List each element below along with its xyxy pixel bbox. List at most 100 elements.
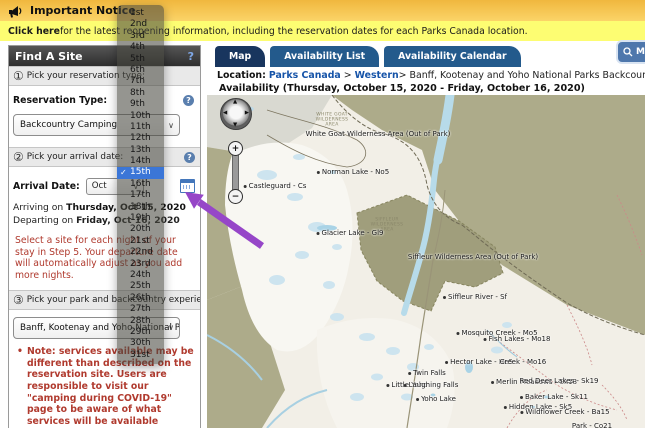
- map-label[interactable]: Twin Falls: [408, 369, 446, 377]
- step1-number-icon: ①: [13, 69, 24, 83]
- day-option-29th[interactable]: 29th: [117, 327, 164, 338]
- day-option-8th[interactable]: 8th: [117, 88, 164, 99]
- day-option-30th[interactable]: 30th: [117, 338, 164, 349]
- map-marker-dot[interactable]: [456, 332, 459, 335]
- tab-availability-list[interactable]: Availability List: [270, 46, 379, 67]
- availability-title: Availability (Thursday, October 15, 2020…: [219, 83, 585, 94]
- map-label[interactable]: Siffleur River - Sf: [443, 293, 507, 301]
- step2-bar: ② Pick your arrival date: ?: [9, 147, 200, 167]
- day-option-6th[interactable]: 6th: [117, 65, 164, 76]
- day-option-28th[interactable]: 28th: [117, 316, 164, 327]
- map-marker-dot[interactable]: [520, 396, 523, 399]
- find-a-site-header: Find A Site ?: [9, 46, 200, 66]
- zoom-in-button[interactable]: +: [228, 141, 243, 156]
- day-option-18th[interactable]: 18th: [117, 202, 164, 213]
- zoom-out-button[interactable]: −: [228, 189, 243, 204]
- map-area-caption: SIFFLEUR WILDERNESS AREA: [369, 218, 405, 233]
- day-option-31st[interactable]: 31st: [117, 350, 164, 361]
- day-option-23rd[interactable]: 23rd: [117, 259, 164, 270]
- map-label[interactable]: Norman Lake - No5: [317, 168, 389, 176]
- map-label[interactable]: Wildflower Creek - Ba15: [520, 408, 609, 416]
- step2-note: Select a site for each night of your sta…: [13, 235, 196, 282]
- day-option-9th[interactable]: 9th: [117, 99, 164, 110]
- map-label[interactable]: Castleguard - Cs: [244, 182, 307, 190]
- map-label[interactable]: Fish Lakes - Mo18: [484, 335, 551, 343]
- step3-number-icon: ③: [13, 293, 24, 307]
- checkmark-icon: ✓: [120, 167, 127, 178]
- map-marker-dot[interactable]: [317, 232, 320, 235]
- step2-label: Pick your arrival date:: [27, 152, 123, 162]
- day-option-15th[interactable]: ✓15th: [117, 167, 164, 178]
- map-marker-dot[interactable]: [408, 372, 411, 375]
- breadcrumb-current: Banff, Kootenay and Yoho National Parks …: [410, 70, 645, 81]
- day-option-14th[interactable]: 14th: [117, 156, 164, 167]
- step2-number-icon: ②: [13, 150, 24, 164]
- tab-map[interactable]: Map: [215, 46, 265, 67]
- map-label[interactable]: Baker Lake - Sk11: [520, 393, 588, 401]
- map-marker-dot[interactable]: [504, 406, 507, 409]
- arrival-month-value: Oct: [92, 181, 107, 191]
- day-dropdown[interactable]: 1st2nd3rd4th5th6th7th8th9th10th11th12th1…: [117, 5, 164, 364]
- map-pan-control[interactable]: ▲ ▼ ◀ ▶: [220, 98, 252, 130]
- day-option-1st[interactable]: 1st: [117, 8, 164, 19]
- day-option-25th[interactable]: 25th: [117, 281, 164, 292]
- day-option-13th[interactable]: 13th: [117, 145, 164, 156]
- map-marker-dot[interactable]: [386, 384, 389, 387]
- note-bullet: •: [17, 346, 23, 358]
- pan-up-icon[interactable]: ▲: [233, 100, 237, 105]
- day-option-27th[interactable]: 27th: [117, 304, 164, 315]
- map-label: Creek - Mo16: [500, 358, 546, 366]
- help-icon[interactable]: ?: [188, 50, 194, 63]
- day-option-5th[interactable]: 5th: [117, 54, 164, 65]
- map-marker-dot[interactable]: [520, 411, 523, 414]
- reservation-type-help-icon[interactable]: ?: [183, 95, 194, 106]
- pan-left-icon[interactable]: ◀: [223, 111, 227, 116]
- map-marker-dot[interactable]: [317, 171, 320, 174]
- map-label[interactable]: Laughing Falls: [404, 381, 459, 389]
- map-marker-dot[interactable]: [404, 384, 407, 387]
- day-option-10th[interactable]: 10th: [117, 111, 164, 122]
- map-marker-dot[interactable]: [484, 338, 487, 341]
- map-labels: White Goat Wilderness Area (Out of Park)…: [207, 95, 645, 428]
- megaphone-icon: [8, 4, 24, 18]
- day-option-21st[interactable]: 21st: [117, 236, 164, 247]
- map-marker-dot[interactable]: [443, 296, 446, 299]
- arrival-date-help-icon[interactable]: ?: [184, 152, 195, 163]
- map-marker-dot[interactable]: [416, 398, 419, 401]
- calendar-icon[interactable]: [180, 179, 195, 193]
- day-option-24th[interactable]: 24th: [117, 270, 164, 281]
- day-option-16th[interactable]: 16th: [117, 179, 164, 190]
- map-marker-dot[interactable]: [244, 185, 247, 188]
- map-canvas[interactable]: White Goat Wilderness Area (Out of Park)…: [207, 95, 645, 428]
- tab-availability-calendar[interactable]: Availability Calendar: [384, 46, 521, 67]
- day-option-12th[interactable]: 12th: [117, 133, 164, 144]
- map-label: Park - Co21: [572, 422, 612, 428]
- breadcrumb-link-western[interactable]: Western: [355, 70, 399, 81]
- banner-message: Click here for the latest reopening info…: [0, 21, 645, 41]
- map-marker-dot[interactable]: [445, 361, 448, 364]
- reservation-type-label: Reservation Type:: [13, 95, 107, 106]
- map-label: Red Deer Lakes - Sk19: [520, 377, 599, 385]
- day-option-17th[interactable]: 17th: [117, 190, 164, 201]
- click-here-link[interactable]: Click here: [8, 26, 60, 37]
- breadcrumb-link-parks-canada[interactable]: Parks Canada: [269, 70, 341, 81]
- pan-down-icon[interactable]: ▼: [233, 123, 237, 128]
- day-option-26th[interactable]: 26th: [117, 293, 164, 304]
- day-option-4th[interactable]: 4th: [117, 42, 164, 53]
- map-label: White Goat Wilderness Area (Out of Park): [306, 130, 451, 138]
- magnifier-icon: [623, 47, 633, 57]
- more-button[interactable]: Mo: [616, 40, 645, 64]
- day-option-2nd[interactable]: 2nd: [117, 19, 164, 30]
- arrival-date-label: Arrival Date:: [13, 181, 80, 192]
- map-label[interactable]: Yoho Lake: [416, 395, 456, 403]
- map-marker-dot[interactable]: [491, 381, 494, 384]
- important-notice-banner: Important Notice: [0, 0, 645, 21]
- day-option-20th[interactable]: 20th: [117, 224, 164, 235]
- day-option-11th[interactable]: 11th: [117, 122, 164, 133]
- chevron-down-icon: ∨: [168, 121, 174, 130]
- pan-right-icon[interactable]: ▶: [245, 111, 249, 116]
- day-option-3rd[interactable]: 3rd: [117, 31, 164, 42]
- day-option-19th[interactable]: 19th: [117, 213, 164, 224]
- day-option-22nd[interactable]: 22nd: [117, 247, 164, 258]
- day-option-7th[interactable]: 7th: [117, 76, 164, 87]
